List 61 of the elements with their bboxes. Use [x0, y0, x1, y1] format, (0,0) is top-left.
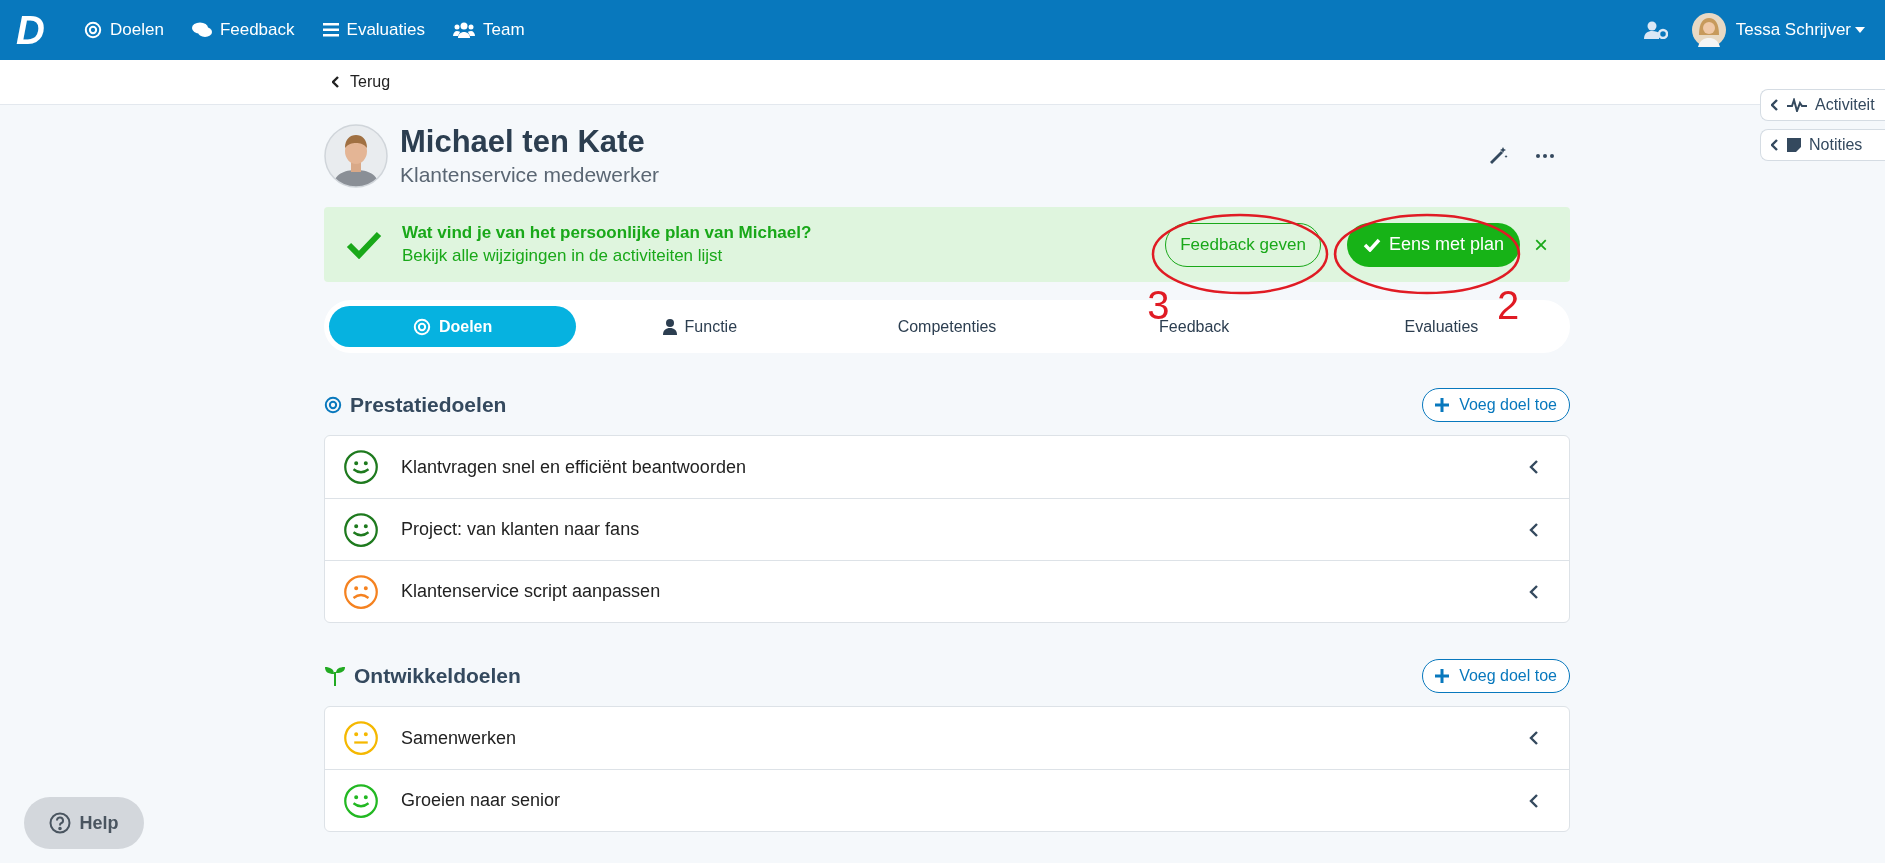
profile-role: Klantenservice medewerker — [400, 162, 661, 188]
plus-icon — [1435, 668, 1450, 683]
add-goal-button[interactable]: Voeg doel toe — [1422, 658, 1570, 693]
goal-row[interactable]: Samenwerken — [325, 707, 1569, 769]
banner-question: Wat vind je van het persoonlijke plan van Michael? — [402, 221, 813, 244]
goal-row[interactable]: Klantenservice script aanpassen — [325, 560, 1569, 622]
magic-wand-icon[interactable] — [1488, 146, 1508, 166]
target-icon — [412, 317, 431, 336]
user-menu[interactable]: Tessa Schrijver — [1735, 17, 1865, 43]
users-icon — [453, 22, 475, 38]
tab[interactable]: Functie — [576, 306, 824, 347]
list-icon — [322, 23, 339, 37]
chevron-left-icon — [1771, 139, 1779, 151]
plus-icon — [1435, 397, 1450, 412]
user-avatar[interactable] — [1691, 13, 1726, 47]
user-settings-icon[interactable] — [1643, 21, 1668, 39]
chevron-left-icon — [1529, 522, 1539, 537]
target-icon — [84, 21, 102, 39]
goal-row[interactable]: Klantvragen snel en efficiënt beantwoorden — [325, 436, 1569, 498]
chevron-left-icon — [1771, 99, 1779, 111]
add-goal-button[interactable]: Voeg doel toe — [1422, 387, 1570, 422]
back-link[interactable]: Terug — [332, 70, 391, 94]
chevron-left-icon — [1529, 460, 1539, 474]
more-options-icon[interactable] — [1536, 154, 1554, 158]
goal-title: Klantenservice script aanpassen — [401, 580, 662, 603]
chevron-left-icon — [332, 76, 340, 88]
side-panel-tab[interactable]: Activiteit — [1760, 89, 1885, 121]
chevron-left-icon — [1529, 731, 1539, 745]
annotation-number: 2 — [1496, 284, 1520, 325]
goal-row[interactable]: Project: van klanten naar fans — [325, 498, 1569, 560]
goal-title: Klantvragen snel en efficiënt beantwoorden — [401, 455, 747, 479]
target-icon — [324, 395, 342, 414]
section-title: Ontwikkeldoelen — [354, 662, 521, 689]
activity-link[interactable]: Bekijk alle wijzigingen in de activiteiten lijst — [402, 245, 723, 265]
goal-title: Project: van klanten naar fans — [401, 518, 641, 541]
check-icon — [346, 230, 382, 259]
goal-row[interactable]: Groeien naar senior — [325, 769, 1569, 831]
side-panel-tab[interactable]: Notities — [1760, 129, 1885, 161]
pulse-icon — [1787, 98, 1807, 112]
question-icon — [49, 812, 72, 834]
chevron-left-icon — [1529, 584, 1539, 599]
goal-title: Samenwerken — [401, 726, 518, 750]
nav-link[interactable]: Feedback — [191, 17, 295, 43]
nav-link[interactable]: Evaluaties — [322, 17, 425, 43]
agree-button[interactable]: Eens met plan — [1346, 222, 1520, 267]
nav-link[interactable]: Team — [453, 17, 525, 43]
person-icon — [662, 318, 677, 335]
nav-link[interactable]: Doelen — [84, 17, 164, 43]
goal-title: Groeien naar senior — [401, 789, 562, 812]
help-button[interactable]: Help — [24, 797, 144, 849]
tab[interactable]: Competenties — [823, 306, 1071, 347]
sprout-icon — [324, 665, 346, 686]
close-button[interactable]: × — [1534, 232, 1548, 257]
caret-icon — [1855, 27, 1865, 33]
chat-icon — [191, 22, 212, 38]
chevron-left-icon — [1529, 793, 1539, 808]
profile-name: Michael ten Kate — [400, 123, 646, 161]
note-icon — [1787, 138, 1801, 152]
section-title: Prestatiedoelen — [350, 391, 507, 418]
app-logo[interactable]: D — [16, 10, 56, 50]
check-icon — [1362, 237, 1381, 252]
